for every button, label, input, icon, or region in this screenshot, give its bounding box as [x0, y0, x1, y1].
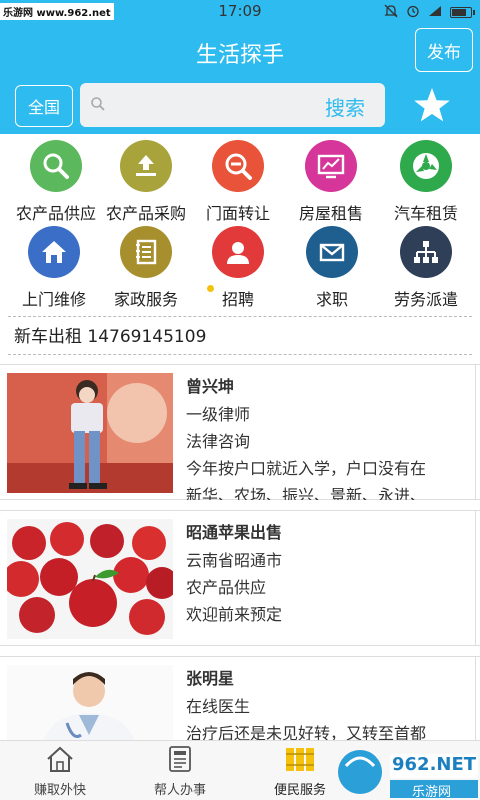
- house-outline-icon: [0, 745, 120, 777]
- category-label: 求职: [315, 290, 348, 309]
- category-label: 家政服务: [113, 290, 178, 309]
- news-ticker[interactable]: 新车出租 14769145109: [14, 322, 206, 347]
- battery-icon: [450, 7, 475, 18]
- brand-logo-subtext: 乐游网: [412, 785, 452, 800]
- home-icon: [28, 226, 80, 278]
- nav-label: 帮人办事: [153, 783, 206, 798]
- zoom-out-icon: [212, 140, 264, 192]
- region-selector-button[interactable]: 全国: [15, 85, 73, 127]
- category-shop-transfer[interactable]: 门面转让: [190, 140, 286, 224]
- search-row: 全国 搜索: [0, 78, 480, 134]
- listing-photo: [7, 519, 173, 639]
- search-icon: [30, 140, 82, 192]
- mail-icon: [306, 226, 358, 278]
- brand-logo-text: 962.NET: [392, 754, 477, 775]
- news-doc-icon: [120, 745, 240, 777]
- nav-label: 赚取外快: [33, 783, 86, 798]
- category-grid: 农产品供应 农产品采购 门面转让 房屋租售 汽车租赁 上门维修 家政服务 招聘 …: [0, 136, 480, 312]
- category-job-seeking[interactable]: 求职: [284, 226, 380, 310]
- mute-icon: [384, 4, 398, 21]
- card-border: [475, 365, 476, 499]
- status-bar: 乐游网 www.962.net 17:09: [0, 0, 480, 24]
- listing-card[interactable]: 张明星 在线医生 治疗后还是未见好转，又转至首都: [0, 656, 480, 749]
- category-label: 上门维修: [21, 290, 86, 309]
- brand-watermark-logo: 962.NET 乐游网: [332, 744, 480, 800]
- category-label: 劳务派遣: [393, 290, 458, 309]
- listing-line: 在线医生: [186, 697, 251, 716]
- alarm-icon: [406, 4, 420, 21]
- listing-line: 今年按户口就近入学，户口没有在: [186, 459, 427, 478]
- divider: [8, 354, 472, 355]
- category-label: 门面转让: [205, 204, 270, 223]
- card-border: [475, 657, 476, 745]
- listing-line: 欢迎前来预定: [186, 605, 283, 624]
- upload-icon: [120, 140, 172, 192]
- category-labor-dispatch[interactable]: 劳务派遣: [378, 226, 474, 310]
- listing-title: 曾兴坤: [186, 377, 235, 396]
- listing-line: 新华、农场、振兴、景新、永进、: [186, 486, 427, 500]
- category-label: 招聘: [221, 290, 254, 309]
- listing-line: 农产品供应: [186, 578, 267, 597]
- signal-icon: [428, 5, 442, 20]
- category-label: 房屋租售: [298, 204, 363, 223]
- category-label: 农产品采购: [105, 204, 186, 223]
- divider: [8, 316, 472, 317]
- notification-dot: [207, 285, 214, 292]
- favorite-star-icon[interactable]: [412, 85, 452, 125]
- listing-card[interactable]: 曾兴坤 一级律师 法律咨询 今年按户口就近入学，户口没有在 新华、农场、振兴、景…: [0, 364, 480, 500]
- listing-card[interactable]: 昭通苹果出售 云南省昭通市 农产品供应 欢迎前来预定: [0, 510, 480, 646]
- search-input[interactable]: 搜索: [80, 83, 385, 127]
- card-border: [475, 511, 476, 645]
- publish-button[interactable]: 发布: [415, 28, 473, 72]
- listing-photo: [7, 665, 173, 749]
- search-button[interactable]: 搜索: [325, 92, 365, 121]
- category-car-rental[interactable]: 汽车租赁: [378, 140, 474, 224]
- listing-title: 张明星: [186, 669, 235, 688]
- listing-line: 一级律师: [186, 405, 251, 424]
- category-housing[interactable]: 房屋租售: [283, 140, 379, 224]
- system-icons: [384, 4, 475, 21]
- category-produce-supply[interactable]: 农产品供应: [8, 140, 104, 224]
- nav-tab-errands[interactable]: 帮人办事: [120, 745, 240, 798]
- category-produce-purchase[interactable]: 农产品采购: [98, 140, 194, 224]
- chart-monitor-icon: [305, 140, 357, 192]
- org-chart-icon: [400, 226, 452, 278]
- notebook-icon: [120, 226, 172, 278]
- search-icon: [90, 96, 106, 116]
- listing-photo: [7, 373, 173, 493]
- listing-line: 法律咨询: [186, 432, 251, 451]
- nav-tab-earn-extra[interactable]: 赚取外快: [0, 745, 120, 798]
- category-home-repair[interactable]: 上门维修: [6, 226, 102, 310]
- page-title: 生活探手: [195, 43, 284, 68]
- listing-line: 云南省昭通市: [186, 551, 283, 570]
- listing-title: 昭通苹果出售: [186, 523, 283, 542]
- category-label: 农产品供应: [15, 204, 96, 223]
- category-housekeeping[interactable]: 家政服务: [98, 226, 194, 310]
- wheel-icon: [400, 140, 452, 192]
- person-icon: [212, 226, 264, 278]
- title-bar: 生活探手 发布: [0, 24, 480, 78]
- category-label: 汽车租赁: [393, 204, 458, 223]
- category-recruitment[interactable]: 招聘: [190, 226, 286, 310]
